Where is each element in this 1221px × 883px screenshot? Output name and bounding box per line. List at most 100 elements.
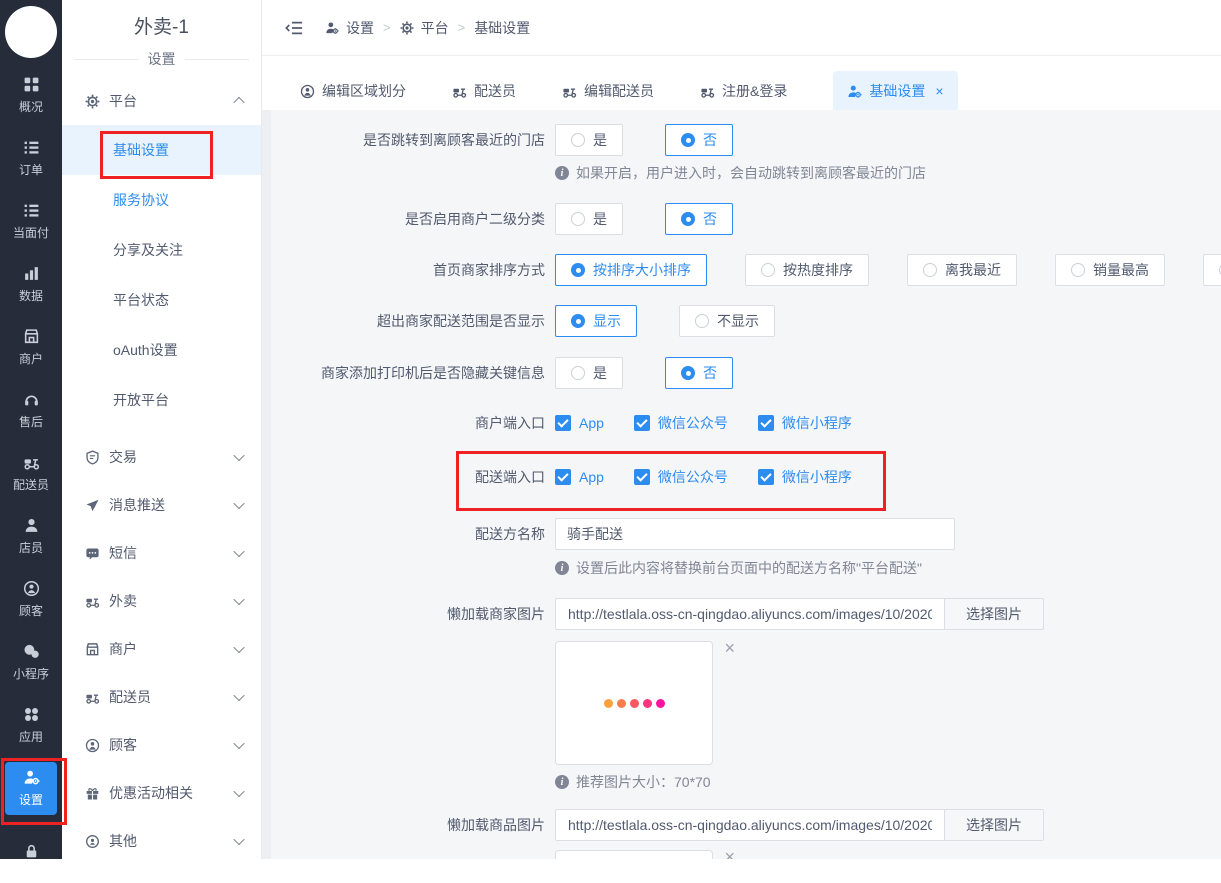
checkbox-wechat-official[interactable]: 微信公众号 (633, 413, 728, 433)
sidebar-group-promo[interactable]: 优惠活动相关 (62, 769, 261, 817)
sidebar-group-merchant[interactable]: 商户 (62, 625, 261, 673)
radio-icon (681, 133, 695, 147)
rail-item-facepay[interactable]: 当面付 (0, 190, 62, 253)
rail-item-merchant[interactable]: 商户 (0, 316, 62, 379)
checkbox-app[interactable]: App (555, 469, 604, 485)
rail-item-permissions[interactable] (0, 820, 62, 883)
radio-no[interactable]: 否 (665, 357, 733, 389)
checkbox-checked-icon (633, 415, 650, 431)
radio-sort-by-order[interactable]: 按排序大小排序 (555, 254, 707, 286)
goods-image-url-input[interactable] (555, 809, 945, 841)
sidebar-group-courier[interactable]: 配送员 (62, 673, 261, 721)
radio-yes[interactable]: 是 (555, 124, 623, 156)
remove-image-icon[interactable]: × (724, 848, 735, 859)
radio-no[interactable]: 否 (665, 124, 733, 156)
delivery-name-input[interactable] (555, 518, 955, 550)
checkbox-wechat-official[interactable]: 微信公众号 (633, 467, 728, 487)
rail-item-label: 订单 (18, 163, 43, 177)
goods-image-preview: × (555, 848, 735, 859)
radio-hide[interactable]: 不显示 (679, 305, 775, 337)
rail-item-label: 售后 (18, 415, 43, 429)
info-icon: i (555, 166, 569, 180)
chat-icon (85, 546, 100, 561)
field-label: 是否启用商户二级分类 (405, 211, 545, 227)
radio-sort-by-heat[interactable]: 按热度排序 (745, 254, 869, 286)
checkbox-wechat-mini[interactable]: 微信小程序 (757, 413, 852, 433)
sidebar-item-platform-status[interactable]: 平台状态 (62, 275, 261, 325)
remove-image-icon[interactable]: × (724, 639, 735, 657)
radio-no[interactable]: 否 (665, 203, 733, 235)
breadcrumb-platform[interactable]: 平台 (400, 18, 449, 38)
sidebar-group-sms[interactable]: 短信 (62, 529, 261, 577)
sidebar-subtitle: 设置 (62, 41, 261, 77)
sidebar-group-trade[interactable]: 交易 (62, 433, 261, 481)
sidebar-item-open-platform[interactable]: 开放平台 (62, 375, 261, 425)
info-icon: i (555, 775, 569, 789)
radio-icon (761, 263, 775, 277)
rail-item-settings[interactable]: 设置 (5, 762, 57, 815)
collapse-sidebar-icon[interactable] (285, 19, 303, 37)
pick-image-button[interactable]: 选择图片 (944, 598, 1044, 630)
radio-icon (923, 263, 937, 277)
tab-courier[interactable]: 配送员 (452, 71, 516, 111)
person-gear-icon (847, 84, 862, 99)
checkbox-wechat-mini[interactable]: 微信小程序 (757, 467, 852, 487)
rail-item-courier[interactable]: 配送员 (0, 442, 62, 505)
loader-dot (655, 698, 665, 708)
sidebar-group-platform[interactable]: 平台 (62, 77, 261, 125)
tab-edit-region[interactable]: 编辑区域划分 (300, 71, 406, 111)
store-icon (85, 642, 100, 657)
form-row-delivery-name: 配送方名称 (262, 518, 1221, 550)
rail-item-orders[interactable]: 订单 (0, 127, 62, 190)
settings-form: 是否跳转到离顾客最近的门店 是 否 i 如果开启，用户进入时，会自动跳转到离顾客… (262, 110, 1221, 859)
rail-item-label: 设置 (18, 793, 43, 807)
field-hint: i 推荐图片大小：70*70 (555, 772, 1221, 792)
radio-sort-by-distance[interactable]: 离我最近 (907, 254, 1017, 286)
chevron-down-icon (233, 689, 245, 702)
sidebar-group-customer[interactable]: 顾客 (62, 721, 261, 769)
tab-edit-courier[interactable]: 编辑配送员 (562, 71, 654, 111)
rail-item-aftersale[interactable]: 售后 (0, 379, 62, 442)
store-icon (23, 328, 40, 345)
list-icon (23, 202, 40, 219)
breadcrumb-settings[interactable]: 设置 (325, 18, 374, 38)
loader-dot (616, 698, 626, 708)
breadcrumb-separator: > (383, 20, 391, 35)
sidebar-item-oauth[interactable]: oAuth设置 (62, 325, 261, 375)
shield-icon (85, 450, 100, 465)
rail-item-customer[interactable]: 顾客 (0, 568, 62, 631)
chevron-down-icon (233, 737, 245, 750)
avatar[interactable] (5, 6, 57, 58)
field-label: 懒加载商家图片 (447, 606, 545, 622)
close-tab-icon[interactable]: × (935, 83, 943, 99)
sidebar-item-service-agreement[interactable]: 服务协议 (62, 175, 261, 225)
sidebar-group-takeout[interactable]: 外卖 (62, 577, 261, 625)
form-row-printer-hide: 商家添加打印机后是否隐藏关键信息 是 否 (262, 357, 1221, 389)
settings-sidebar: 外卖-1 设置 平台 基础设置 服务协议 分享及关注 平台状态 oAuth设置 … (62, 0, 262, 859)
checkbox-checked-icon (555, 469, 571, 485)
rail-item-apps[interactable]: 应用 (0, 694, 62, 757)
sidebar-group-push[interactable]: 消息推送 (62, 481, 261, 529)
breadcrumb-basic-settings: 基础设置 (474, 19, 531, 36)
field-hint: i 设置后此内容将替换前台页面中的配送方名称"平台配送" (555, 558, 1221, 578)
rail-item-miniprogram[interactable]: 小程序 (0, 631, 62, 694)
radio-sort-by-sales[interactable]: 销量最高 (1055, 254, 1165, 286)
sidebar-item-basic-settings[interactable]: 基础设置 (62, 125, 261, 175)
tab-basic-settings[interactable]: 基础设置 × (833, 71, 958, 111)
radio-yes[interactable]: 是 (555, 357, 623, 389)
rail-item-data[interactable]: 数据 (0, 253, 62, 316)
pick-image-button[interactable]: 选择图片 (944, 809, 1044, 841)
form-row-delivery-entry: 配送端入口 App 微信公众号 微信小程序 (262, 467, 1221, 487)
radio-show[interactable]: 显示 (555, 305, 637, 337)
chevron-down-icon (233, 833, 245, 846)
rail-item-overview[interactable]: 概况 (0, 64, 62, 127)
radio-sort-by-rating[interactable]: 评分最高 (1203, 254, 1221, 286)
checkbox-app[interactable]: App (555, 415, 604, 431)
rail-item-clerk[interactable]: 店员 (0, 505, 62, 568)
merchant-image-url-input[interactable] (555, 598, 945, 630)
sidebar-group-other[interactable]: 其他 (62, 817, 261, 865)
radio-yes[interactable]: 是 (555, 203, 623, 235)
chevron-down-icon (233, 449, 245, 462)
tab-register-login[interactable]: 注册&登录 (700, 71, 787, 111)
sidebar-item-share-follow[interactable]: 分享及关注 (62, 225, 261, 275)
